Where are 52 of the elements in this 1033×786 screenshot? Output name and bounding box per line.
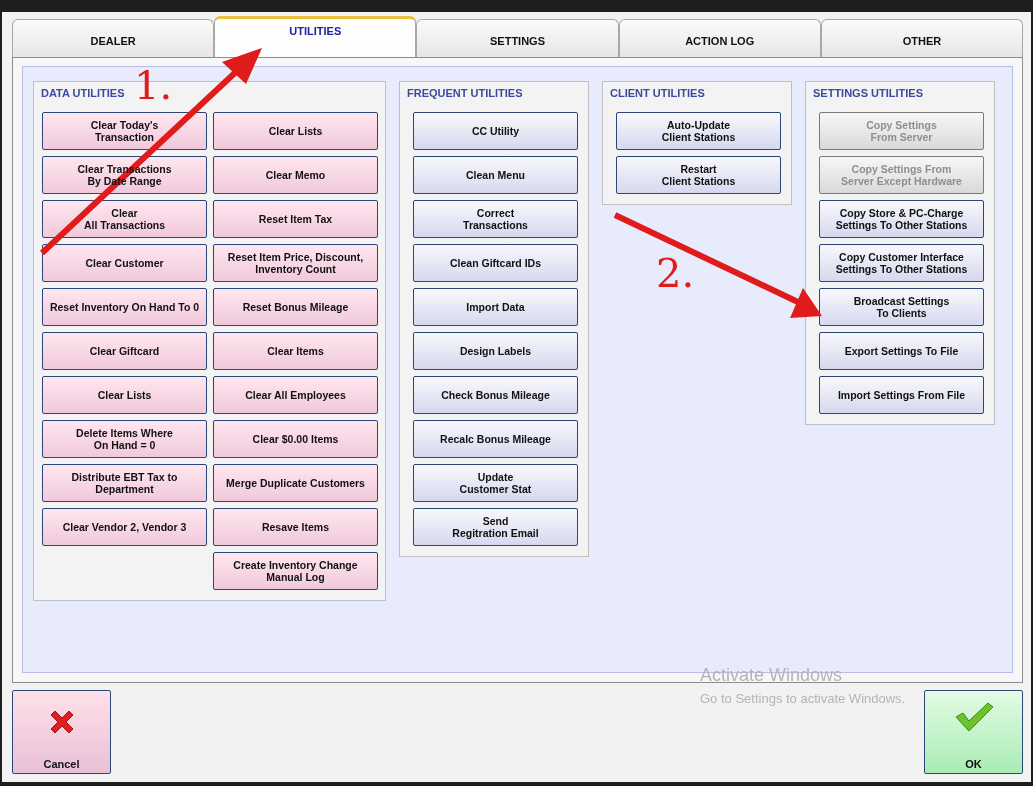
utility-button[interactable]: Copy Customer Interface Settings To Other Stations <box>819 244 984 282</box>
utility-button[interactable]: Reset Item Tax <box>213 200 378 238</box>
utility-button[interactable]: Clear Today's Transaction <box>42 112 207 150</box>
group-title: SETTINGS UTILITIES <box>812 86 923 101</box>
utility-button[interactable]: Clear Lists <box>213 112 378 150</box>
utility-button[interactable]: Clear All Transactions <box>42 200 207 238</box>
utility-button[interactable]: Import Data <box>413 288 578 326</box>
annotation-number: 1. <box>134 62 173 108</box>
utility-button[interactable]: Recalc Bonus Mileage <box>413 420 578 458</box>
utility-button[interactable]: Clear Vendor 2, Vendor 3 <box>42 508 207 546</box>
utility-button[interactable]: Clear Giftcard <box>42 332 207 370</box>
utility-button[interactable]: Clean Menu <box>413 156 578 194</box>
tab[interactable]: ACTION LOG <box>618 19 821 57</box>
utility-button[interactable]: Check Bonus Mileage <box>413 376 578 414</box>
utility-button[interactable]: Broadcast Settings To Clients <box>819 288 984 326</box>
utility-button[interactable]: Clear Memo <box>213 156 378 194</box>
utility-button[interactable]: Export Settings To File <box>819 332 984 370</box>
utility-button[interactable]: Reset Item Price, Discount, Inventory Count <box>213 244 378 282</box>
utility-button[interactable]: Send Regitration Email <box>413 508 578 546</box>
utility-button[interactable]: Restart Client Stations <box>616 156 781 194</box>
utility-button[interactable]: Clear Customer <box>42 244 207 282</box>
utility-button[interactable]: Design Labels <box>413 332 578 370</box>
utility-button[interactable]: Reset Inventory On Hand To 0 <box>42 288 207 326</box>
tab[interactable]: UTILITIES <box>214 16 417 57</box>
utility-button[interactable]: Clear Items <box>213 332 378 370</box>
tab[interactable]: DEALER <box>12 19 215 57</box>
utility-button[interactable]: Correct Transactions <box>413 200 578 238</box>
utility-button[interactable]: Merge Duplicate Customers <box>213 464 378 502</box>
activation-notice-message: Go to Settings to activate Windows. <box>700 690 906 708</box>
utility-button[interactable]: Distribute EBT Tax to Department <box>42 464 207 502</box>
utility-button[interactable]: Import Settings From File <box>819 376 984 414</box>
group-title: DATA UTILITIES <box>40 86 125 101</box>
utility-button[interactable]: Clear All Employees <box>213 376 378 414</box>
utility-button[interactable]: Delete Items Where On Hand = 0 <box>42 420 207 458</box>
checkmark-icon <box>953 701 994 733</box>
tab[interactable]: SETTINGS <box>416 19 619 57</box>
cancel-button[interactable]: Cancel <box>12 690 111 774</box>
utility-button[interactable]: Resave Items <box>213 508 378 546</box>
utility-button[interactable]: Clean Giftcard IDs <box>413 244 578 282</box>
tab[interactable]: OTHER <box>820 19 1023 57</box>
annotation-number: 2. <box>656 250 695 296</box>
utility-button[interactable]: Clear $0.00 Items <box>213 420 378 458</box>
utility-button[interactable]: Copy Store & PC-Charge Settings To Other Stations <box>819 200 984 238</box>
utility-button[interactable]: Reset Bonus Mileage <box>213 288 378 326</box>
utility-button[interactable]: Auto-Update Client Stations <box>616 112 781 150</box>
utility-button[interactable]: Clear Lists <box>42 376 207 414</box>
utility-button[interactable]: CC Utility <box>413 112 578 150</box>
ok-button[interactable]: OK <box>924 690 1023 774</box>
group-title: FREQUENT UTILITIES <box>406 86 523 101</box>
group-title: CLIENT UTILITIES <box>609 86 705 101</box>
utility-button[interactable]: Update Customer Stat <box>413 464 578 502</box>
utility-button[interactable]: Create Inventory Change Manual Log <box>213 552 378 590</box>
